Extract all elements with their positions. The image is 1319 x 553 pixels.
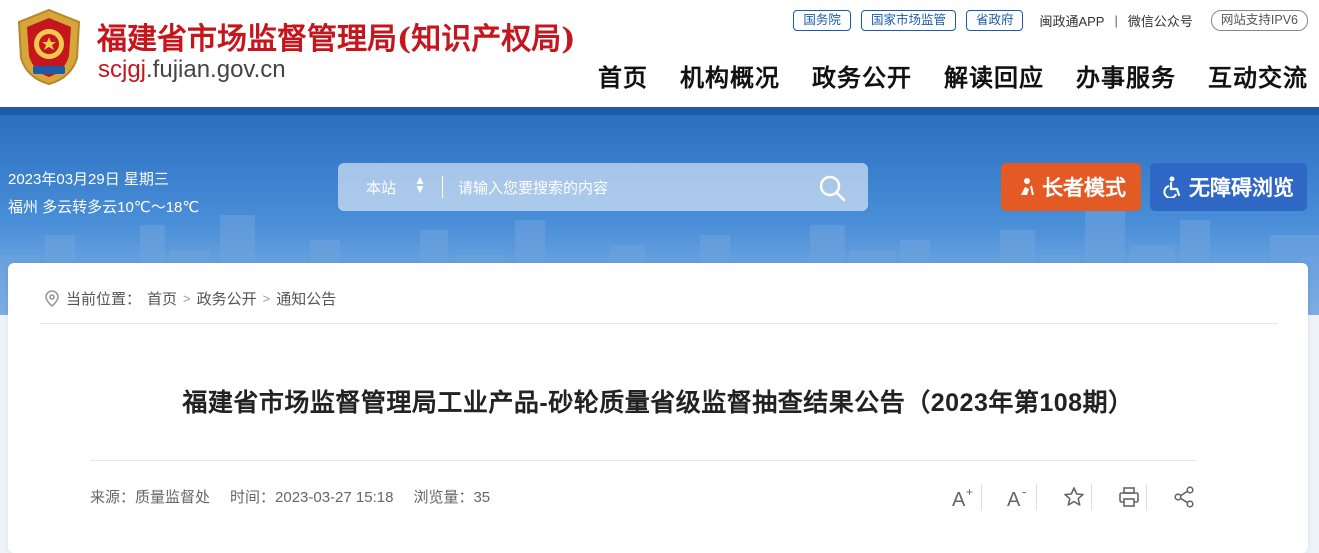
print-button[interactable] [1111,484,1147,510]
divider [40,323,1278,324]
article-source: 来源：质量监督处 [90,489,211,506]
accessible-browse-button[interactable]: 无障碍浏览 [1150,163,1307,211]
link-provincial-gov[interactable]: 省政府 [965,10,1024,31]
site-domain[interactable]: scjgj.fujian.gov.cn [98,56,286,84]
search-divider [442,176,443,198]
star-icon [1063,487,1084,506]
svg-text:-: - [1022,486,1026,499]
nav-about[interactable]: 机构概况 [680,58,780,93]
font-increase-button[interactable]: A + [946,484,982,510]
nav-home[interactable]: 首页 [598,58,648,93]
nav-interpretation[interactable]: 解读回应 [944,58,1044,93]
weather: 福州 多云转多云10℃～18℃ [8,199,200,216]
site-header: 福建省市场监督管理局(知识产权局) scjgj.fujian.gov.cn 国务… [0,0,1319,107]
date-weather: 2023年03月29日 星期三 福州 多云转多云10℃～18℃ [8,166,199,222]
link-state-council[interactable]: 国务院 [793,10,851,31]
header-divider [0,107,1319,115]
nav-services[interactable]: 办事服务 [1076,58,1176,93]
emblem-icon [17,8,81,86]
article-card: 当前位置： 首页 > 政务公开 > 通知公告 福建省市场监督管理局工业产品-砂轮… [8,263,1308,553]
font-decrease-icon: A - [1007,486,1026,508]
svg-text:A: A [1007,489,1021,508]
breadcrumb-separator: > [183,291,191,306]
link-app[interactable]: 闽政通APP [1039,11,1104,30]
accessible-browse-label: 无障碍浏览 [1189,177,1294,200]
link-samr[interactable]: 国家市场监管 [860,10,956,31]
article-title: 福建省市场监督管理局工业产品-砂轮质量省级监督抽查结果公告（2023年第108期… [182,389,1134,417]
elder-icon [1021,178,1034,196]
breadcrumb-separator: > [262,291,271,306]
breadcrumb-home[interactable]: 首页 [147,288,177,309]
article-views: 浏览量：35 [413,489,491,506]
top-links: 国务院 国家市场监管 省政府 闽政通APP | 微信公众号 网站支持IPV6 [793,10,1308,31]
favorite-button[interactable] [1056,484,1092,510]
location-icon [45,289,59,307]
search-bar: 本站 ▲ ▼ 请输入您要搜索的内容 [338,163,868,211]
link-wechat[interactable]: 微信公众号 [1128,11,1193,30]
search-input[interactable]: 请输入您要搜索的内容 [458,177,608,198]
nav-gov-affairs[interactable]: 政务公开 [812,58,912,93]
share-icon [1174,486,1194,508]
ipv6-badge: 网站支持IPV6 [1210,10,1308,31]
elder-mode-label: 长者模式 [1042,177,1126,200]
search-scope-select[interactable]: 本站 [366,177,396,198]
domain-highlight: scjgj [98,56,147,83]
search-icon[interactable] [818,174,846,202]
select-arrows-icon[interactable]: ▲ ▼ [414,174,426,195]
article-tools: A + A - [946,484,1202,510]
share-button[interactable] [1166,484,1202,510]
font-decrease-button[interactable]: A - [1001,484,1037,510]
article-meta: 来源：质量监督处 时间：2023-03-27 15:18 浏览量：35 [90,486,490,507]
site-title[interactable]: 福建省市场监督管理局(知识产权局) [97,14,575,58]
main-nav: 首页 机构概况 政务公开 解读回应 办事服务 互动交流 [598,58,1308,93]
breadcrumb-notices[interactable]: 通知公告 [276,288,336,309]
accessibility-icon [1163,176,1181,198]
breadcrumb: 当前位置： 首页 > 政务公开 > 通知公告 [44,288,336,309]
article-time: 时间：2023-03-27 15:18 [230,489,394,506]
domain-rest: .fujian.gov.cn [146,56,286,83]
print-icon [1118,487,1139,507]
breadcrumb-prefix: 当前位置： [66,291,142,308]
current-date: 2023年03月29日 星期三 [8,171,169,188]
breadcrumb-gov-affairs[interactable]: 政务公开 [197,288,257,309]
separator: | [1114,13,1118,28]
svg-text:A: A [952,489,966,508]
svg-text:+: + [966,486,973,499]
font-increase-icon: A + [952,486,973,508]
nav-interaction[interactable]: 互动交流 [1208,58,1308,93]
elder-mode-button[interactable]: 长者模式 [1001,163,1141,211]
divider [90,460,1196,461]
